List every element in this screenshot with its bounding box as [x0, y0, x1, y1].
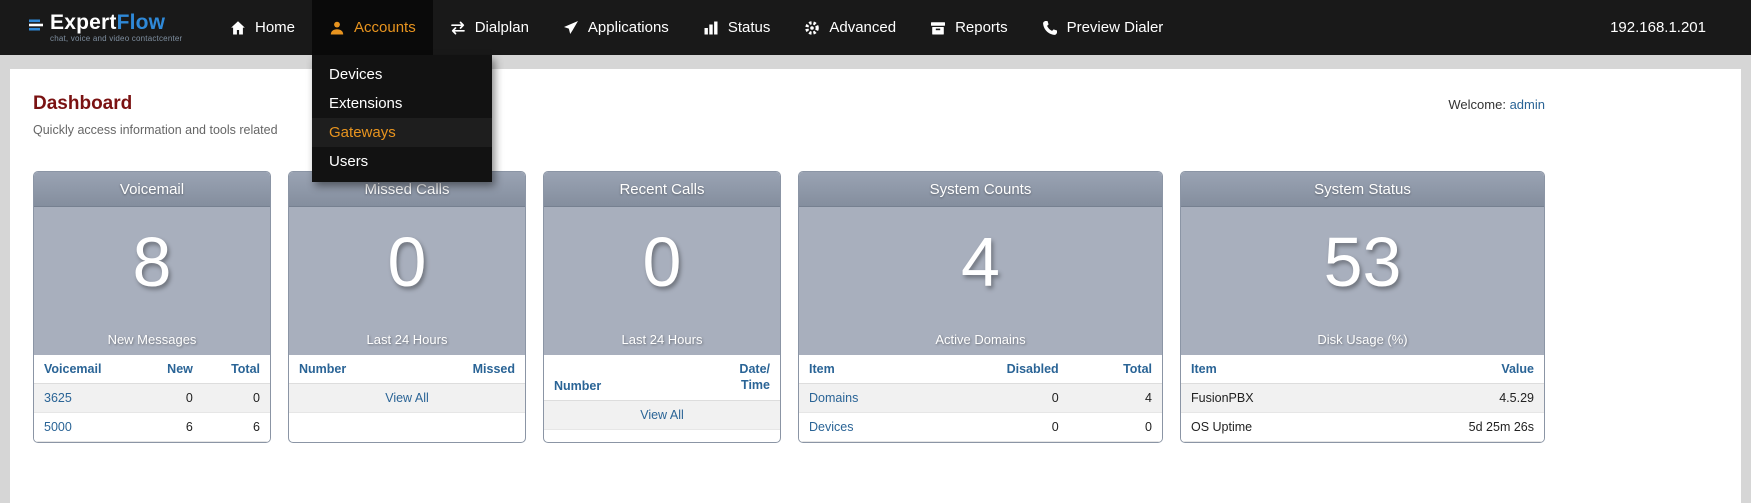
hero-label: Disk Usage (%) [1181, 332, 1544, 347]
card-hero: 8 New Messages [34, 207, 270, 355]
server-ip: 192.168.1.201 [1610, 19, 1751, 36]
nav-item-label: Advanced [829, 19, 896, 36]
page-header: Dashboard Quickly access information and… [33, 93, 1545, 137]
page-subtitle: Quickly access information and tools rel… [33, 123, 278, 137]
dropdown-item-gateways[interactable]: Gateways [312, 118, 492, 147]
card-system-counts: System Counts 4 Active Domains Item Disa… [798, 171, 1163, 443]
hero-value: 53 [1181, 207, 1544, 297]
hero-value: 4 [799, 207, 1162, 297]
table-row: View All [289, 384, 525, 413]
hero-label: New Messages [34, 332, 270, 347]
table-header-row: Item Value [1181, 355, 1544, 384]
brand-bars-icon [28, 17, 44, 38]
card-hero: 0 Last 24 Hours [544, 207, 780, 355]
nav-item-home[interactable]: Home [213, 0, 312, 55]
system-counts-table: Item Disabled Total Domains 0 4 Devices … [799, 355, 1162, 442]
card-hero: 53 Disk Usage (%) [1181, 207, 1544, 355]
card-missed-calls: Missed Calls 0 Last 24 Hours Number Miss… [288, 171, 526, 443]
home-icon [230, 20, 246, 36]
expertflow-logo[interactable]: ExpertFlow chat, voice and video contact… [0, 12, 185, 43]
nav-item-applications[interactable]: Applications [546, 0, 686, 55]
dropdown-item-users[interactable]: Users [312, 147, 492, 176]
welcome-text: Welcome: admin [1448, 97, 1545, 112]
nav-item-reports[interactable]: Reports [913, 0, 1025, 55]
card-title: System Status [1181, 172, 1544, 207]
table-row: View All [544, 401, 780, 430]
card-hero: 4 Active Domains [799, 207, 1162, 355]
hero-value: 0 [289, 207, 525, 297]
nav-item-label: Accounts [354, 19, 416, 36]
table-row: Devices 0 0 [799, 413, 1162, 442]
page-title: Dashboard [33, 93, 278, 115]
phone-icon [1042, 20, 1058, 36]
gear-icon [804, 20, 820, 36]
nav-item-preview-dialer[interactable]: Preview Dialer [1025, 0, 1181, 55]
domains-link[interactable]: Domains [809, 391, 858, 405]
dropdown-item-devices[interactable]: Devices [312, 60, 492, 89]
hero-value: 0 [544, 207, 780, 297]
user-icon [329, 20, 345, 36]
nav-item-accounts[interactable]: Accounts Devices Extensions Gateways Use… [312, 0, 433, 55]
main-panel: Dashboard Quickly access information and… [10, 69, 1741, 503]
card-title: Recent Calls [544, 172, 780, 207]
brand-tagline: chat, voice and video contactcenter [50, 35, 182, 43]
nav-item-label: Home [255, 19, 295, 36]
dropdown-item-extensions[interactable]: Extensions [312, 89, 492, 118]
archive-box-icon [930, 20, 946, 36]
hero-label: Last 24 Hours [544, 332, 780, 347]
top-navbar: ExpertFlow chat, voice and video contact… [0, 0, 1751, 55]
main-nav: Home Accounts Devices Extensions Gateway… [213, 0, 1180, 55]
card-system-status: System Status 53 Disk Usage (%) Item Val… [1180, 171, 1545, 443]
table-row: Domains 0 4 [799, 384, 1162, 413]
table-header-row: Number Date/ Time [544, 355, 780, 401]
table-header-row: Item Disabled Total [799, 355, 1162, 384]
nav-item-status[interactable]: Status [686, 0, 788, 55]
table-row: 5000 6 6 [34, 413, 270, 442]
nav-item-label: Preview Dialer [1067, 19, 1164, 36]
brand-name: ExpertFlow [50, 12, 182, 33]
hero-value: 8 [34, 207, 270, 297]
nav-item-dialplan[interactable]: Dialplan [433, 0, 546, 55]
recent-calls-table: Number Date/ Time View All [544, 355, 780, 430]
send-icon [563, 20, 579, 36]
voicemail-link[interactable]: 5000 [44, 420, 72, 434]
nav-item-label: Applications [588, 19, 669, 36]
devices-link[interactable]: Devices [809, 420, 853, 434]
card-hero: 0 Last 24 Hours [289, 207, 525, 355]
missed-calls-table: Number Missed View All [289, 355, 525, 413]
card-recent-calls: Recent Calls 0 Last 24 Hours Number Date… [543, 171, 781, 443]
nav-item-label: Reports [955, 19, 1008, 36]
voicemail-link[interactable]: 3625 [44, 391, 72, 405]
view-all-link[interactable]: View All [640, 408, 684, 422]
arrows-icon [450, 20, 466, 36]
card-title: Voicemail [34, 172, 270, 207]
hero-label: Active Domains [799, 332, 1162, 347]
card-title: System Counts [799, 172, 1162, 207]
bar-chart-icon [703, 20, 719, 36]
nav-item-advanced[interactable]: Advanced [787, 0, 913, 55]
accounts-dropdown: Devices Extensions Gateways Users [312, 55, 492, 182]
view-all-link[interactable]: View All [385, 391, 429, 405]
table-header-row: Number Missed [289, 355, 525, 384]
welcome-user-link[interactable]: admin [1510, 97, 1545, 112]
system-status-table: Item Value FusionPBX 4.5.29 OS Uptime 5d… [1181, 355, 1544, 442]
dashboard-cards: Voicemail 8 New Messages Voicemail New T… [33, 171, 1545, 443]
table-row: OS Uptime 5d 25m 26s [1181, 413, 1544, 442]
nav-item-label: Dialplan [475, 19, 529, 36]
table-row: FusionPBX 4.5.29 [1181, 384, 1544, 413]
hero-label: Last 24 Hours [289, 332, 525, 347]
card-voicemail: Voicemail 8 New Messages Voicemail New T… [33, 171, 271, 443]
voicemail-table: Voicemail New Total 3625 0 0 5000 6 6 [34, 355, 270, 442]
table-row: 3625 0 0 [34, 384, 270, 413]
nav-item-label: Status [728, 19, 771, 36]
table-header-row: Voicemail New Total [34, 355, 270, 384]
